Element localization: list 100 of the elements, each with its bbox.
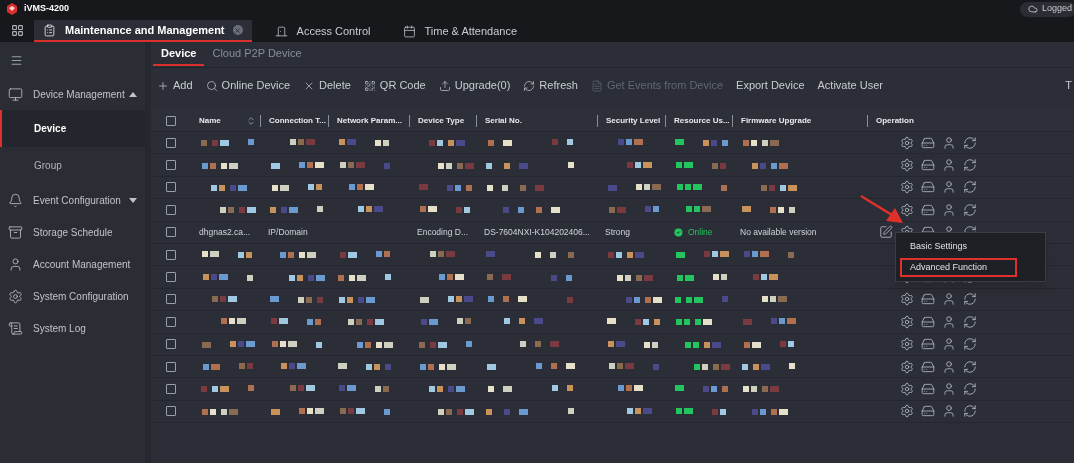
settings-icon[interactable] <box>900 180 914 195</box>
storage-icon[interactable] <box>921 202 935 217</box>
storage-icon[interactable] <box>921 404 935 419</box>
storage-icon[interactable] <box>921 382 935 396</box>
refresh-icon[interactable] <box>963 158 977 173</box>
row-checkbox[interactable] <box>166 249 176 260</box>
refresh-icon[interactable] <box>963 292 977 307</box>
menu-item[interactable]: Advanced Function <box>900 258 1017 277</box>
row-checkbox[interactable] <box>166 406 176 417</box>
toolbar-button[interactable]: Upgrade(0) <box>438 77 511 94</box>
toolbar-text: T <box>1065 78 1072 94</box>
column-header[interactable]: Device Type <box>418 114 465 127</box>
settings-icon[interactable] <box>900 359 914 374</box>
refresh-icon[interactable] <box>963 180 977 195</box>
row-checkbox[interactable] <box>166 115 176 126</box>
row-checkbox[interactable] <box>166 316 176 327</box>
bell-icon <box>8 192 23 208</box>
user-icon[interactable] <box>942 382 956 396</box>
user-icon[interactable] <box>942 404 956 419</box>
column-header[interactable]: Connection T... <box>269 114 326 127</box>
sub-tab[interactable]: Device <box>153 42 205 66</box>
toolbar-button[interactable]: Add <box>157 77 193 94</box>
settings-icon[interactable] <box>900 135 914 150</box>
toolbar-button[interactable]: Delete <box>303 77 351 94</box>
refresh-icon[interactable] <box>963 359 977 374</box>
toolbar-button[interactable]: Online Device <box>205 77 291 94</box>
refresh-icon[interactable] <box>963 337 977 352</box>
storage-icon[interactable] <box>921 158 935 173</box>
refresh-icon[interactable] <box>963 314 977 329</box>
toolbar-button[interactable]: Refresh <box>523 77 578 94</box>
refresh-icon[interactable] <box>963 404 977 419</box>
storage-icon[interactable] <box>921 180 935 195</box>
online-icon <box>673 226 684 238</box>
edit-icon[interactable] <box>879 225 893 240</box>
module-tab[interactable]: Maintenance and Management <box>34 20 252 42</box>
close-icon[interactable] <box>232 25 243 35</box>
refresh-icon <box>523 79 536 92</box>
row-checkbox[interactable] <box>166 384 176 394</box>
row-checkbox[interactable] <box>166 227 176 238</box>
sub-tab[interactable]: Cloud P2P Device <box>204 42 310 66</box>
column-header[interactable]: Security Level <box>606 114 661 127</box>
row-checkbox[interactable] <box>166 137 176 148</box>
refresh-icon[interactable] <box>963 382 977 396</box>
settings-icon[interactable] <box>900 382 914 396</box>
user-icon[interactable] <box>942 180 956 195</box>
sidebar-subitem[interactable]: Group <box>0 147 145 184</box>
row-checkbox[interactable] <box>166 339 176 350</box>
storage-icon[interactable] <box>921 314 935 329</box>
row-checkbox[interactable] <box>166 160 176 171</box>
table-cell: DS-7604NXI-K104202406... <box>484 226 590 237</box>
user-icon <box>8 256 23 272</box>
apps-icon[interactable] <box>10 23 24 37</box>
user-icon[interactable] <box>942 158 956 173</box>
user-icon[interactable] <box>942 202 956 217</box>
storage-icon[interactable] <box>921 292 935 307</box>
sidebar-subitem[interactable]: Device <box>0 110 145 147</box>
logo-icon <box>6 3 18 15</box>
refresh-icon[interactable] <box>963 202 977 217</box>
monitor-icon <box>8 86 23 102</box>
user-icon[interactable] <box>942 359 956 374</box>
row-checkbox[interactable] <box>166 361 176 372</box>
column-header[interactable]: Serial No. <box>485 114 522 127</box>
column-header[interactable]: Firmware Upgrade <box>741 114 812 127</box>
column-header[interactable]: Operation <box>876 114 914 127</box>
user-icon[interactable] <box>942 314 956 329</box>
settings-icon[interactable] <box>900 292 914 307</box>
row-checkbox[interactable] <box>166 294 176 305</box>
settings-icon <box>8 288 23 304</box>
storage-icon[interactable] <box>921 359 935 374</box>
row-checkbox[interactable] <box>166 204 176 215</box>
sort-icon[interactable] <box>246 115 256 126</box>
storage-icon[interactable] <box>921 337 935 352</box>
toolbar-button[interactable]: QR Code <box>363 77 426 94</box>
user-icon[interactable] <box>942 337 956 352</box>
user-icon[interactable] <box>942 135 956 150</box>
login-status[interactable]: Logged <box>1019 1 1074 17</box>
menu-icon[interactable] <box>10 53 23 67</box>
settings-icon[interactable] <box>900 337 914 352</box>
table-cell: IP/Domain <box>268 226 308 237</box>
settings-icon[interactable] <box>900 314 914 329</box>
module-tab[interactable]: Time & Attendance <box>393 20 527 42</box>
user-icon[interactable] <box>942 292 956 307</box>
arrow-icon <box>860 194 904 224</box>
calendar-icon <box>402 24 416 38</box>
table-cell: No available version <box>740 226 817 237</box>
table-cell: dhgnas2.ca... <box>199 226 251 237</box>
settings-icon[interactable] <box>900 202 914 217</box>
toolbar-button[interactable]: Activate User <box>817 77 883 94</box>
toolbar-button[interactable]: Export Device <box>736 77 805 94</box>
column-header[interactable]: Name <box>199 114 221 127</box>
storage-icon[interactable] <box>921 135 935 150</box>
column-header[interactable]: Resource Us... <box>674 114 730 127</box>
row-checkbox[interactable] <box>166 182 176 193</box>
settings-icon[interactable] <box>900 158 914 173</box>
settings-icon[interactable] <box>900 404 914 419</box>
column-header[interactable]: Network Param... <box>337 114 402 127</box>
row-checkbox[interactable] <box>166 272 176 283</box>
module-tab[interactable]: Access Control <box>265 20 380 42</box>
refresh-icon[interactable] <box>963 135 977 150</box>
search-icon <box>205 79 218 92</box>
